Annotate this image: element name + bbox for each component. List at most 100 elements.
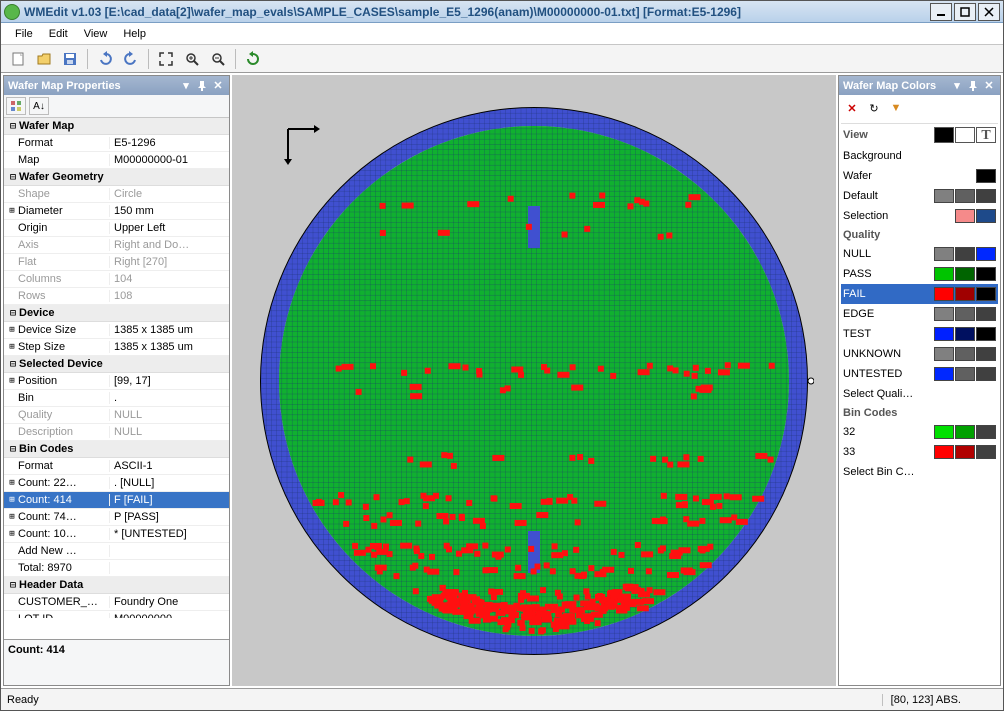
swatch-white[interactable] [955,127,975,143]
menu-edit[interactable]: Edit [41,25,76,43]
color-swatch[interactable] [955,425,975,439]
color-row[interactable]: TEST [841,324,998,344]
prop-value[interactable]: * [UNTESTED] [110,528,229,540]
prop-value[interactable]: [99, 17] [110,375,229,387]
propgrid-row[interactable]: FormatASCII-1 [4,458,229,475]
refresh-button[interactable] [242,48,264,70]
reset-color-button[interactable]: ↻ [865,99,883,117]
color-swatch[interactable] [955,327,975,341]
color-swatch[interactable] [976,367,996,381]
expand-icon[interactable]: ⊞ [6,478,18,488]
maximize-button[interactable] [954,3,976,21]
color-swatch[interactable] [976,327,996,341]
propgrid-row[interactable]: ⊞Count: 414F [FAIL] [4,492,229,509]
color-row[interactable]: UNKNOWN [841,344,998,364]
color-swatch[interactable] [955,307,975,321]
color-swatch[interactable] [934,327,954,341]
color-swatch[interactable] [955,347,975,361]
swatch-black[interactable] [934,127,954,143]
propgrid-category[interactable]: ⊟Bin Codes [4,441,229,458]
color-swatch[interactable] [976,287,996,301]
color-swatch[interactable] [934,425,954,439]
zoom-out-button[interactable] [207,48,229,70]
propgrid-row[interactable]: LOT IDM00000000 [4,611,229,618]
propgrid-row[interactable]: CUSTOMER_…Foundry One [4,594,229,611]
color-row[interactable]: Selection [841,206,998,226]
color-swatch[interactable] [976,189,996,203]
color-row[interactable]: Default [841,186,998,206]
panel-close-icon[interactable]: ✕ [982,79,996,93]
collapse-icon[interactable]: ⊟ [7,121,19,132]
color-swatch[interactable] [955,247,975,261]
color-swatch[interactable] [934,367,954,381]
color-row[interactable]: Select Quali… [841,384,998,404]
propgrid-row[interactable]: ⊞Count: 22…. [NULL] [4,475,229,492]
color-row[interactable]: NULL [841,244,998,264]
undo-button[interactable] [94,48,116,70]
expand-icon[interactable]: ⊞ [6,325,18,335]
propgrid-categorize-button[interactable] [6,97,26,115]
color-swatch[interactable] [976,247,996,261]
propgrid-row[interactable]: Total: 8970 [4,560,229,577]
color-swatch[interactable] [976,347,996,361]
propgrid-row[interactable]: ⊞Step Size1385 x 1385 um [4,339,229,356]
filter-color-button[interactable]: ▼ [887,99,905,117]
color-swatch[interactable] [976,209,996,223]
propgrid-row[interactable]: ShapeCircle [4,186,229,203]
close-button[interactable] [978,3,1000,21]
color-swatch[interactable] [976,307,996,321]
prop-value[interactable]: 104 [110,273,229,285]
redo-button[interactable] [120,48,142,70]
propgrid-category[interactable]: ⊟Device [4,305,229,322]
propgrid-row[interactable]: ⊞Diameter150 mm [4,203,229,220]
swatch-text[interactable]: T [976,127,996,143]
menu-help[interactable]: Help [115,25,154,43]
prop-value[interactable]: P [PASS] [110,511,229,523]
panel-pin-icon[interactable] [195,79,209,93]
panel-close-icon[interactable]: ✕ [211,79,225,93]
color-swatch[interactable] [934,445,954,459]
propgrid-category[interactable]: ⊟Wafer Geometry [4,169,229,186]
color-row[interactable]: EDGE [841,304,998,324]
propgrid-row[interactable]: AxisRight and Do… [4,237,229,254]
prop-value[interactable]: Circle [110,188,229,200]
color-swatch[interactable] [934,247,954,261]
color-swatch[interactable] [955,209,975,223]
color-row[interactable]: PASS [841,264,998,284]
collapse-icon[interactable]: ⊟ [7,359,19,370]
prop-value[interactable]: NULL [110,409,229,421]
propgrid-category[interactable]: ⊟Selected Device [4,356,229,373]
propgrid-sort-button[interactable]: A↓ [29,97,49,115]
propgrid-row[interactable]: ⊞Count: 10…* [UNTESTED] [4,526,229,543]
expand-icon[interactable]: ⊞ [6,342,18,352]
propgrid-row[interactable]: Columns104 [4,271,229,288]
panel-dropdown-icon[interactable]: ▾ [950,79,964,93]
prop-value[interactable]: Right [270] [110,256,229,268]
color-row[interactable]: 32 [841,422,998,442]
prop-value[interactable]: Upper Left [110,222,229,234]
color-swatch[interactable] [934,287,954,301]
prop-value[interactable]: ASCII-1 [110,460,229,472]
fit-screen-button[interactable] [155,48,177,70]
properties-panel-header[interactable]: Wafer Map Properties ▾ ✕ [4,76,229,95]
color-swatch[interactable] [955,267,975,281]
color-swatch[interactable] [955,367,975,381]
save-button[interactable] [59,48,81,70]
propgrid-row[interactable]: MapM00000000-01 [4,152,229,169]
collapse-icon[interactable]: ⊟ [7,444,19,455]
prop-value[interactable]: . [110,392,229,404]
color-swatch[interactable] [955,445,975,459]
wafer-canvas-area[interactable] [232,75,836,686]
color-row[interactable]: Select Bin C… [841,462,998,482]
expand-icon[interactable]: ⊞ [6,529,18,539]
propgrid-row[interactable]: FlatRight [270] [4,254,229,271]
prop-value[interactable]: E5-1296 [110,137,229,149]
color-row[interactable]: Background [841,146,998,166]
propgrid-row[interactable]: ⊞Count: 74…P [PASS] [4,509,229,526]
propgrid-row[interactable]: FormatE5-1296 [4,135,229,152]
color-swatch[interactable] [955,287,975,301]
color-swatch[interactable] [976,267,996,281]
open-folder-button[interactable] [33,48,55,70]
color-swatch[interactable] [934,347,954,361]
color-swatch[interactable] [976,425,996,439]
